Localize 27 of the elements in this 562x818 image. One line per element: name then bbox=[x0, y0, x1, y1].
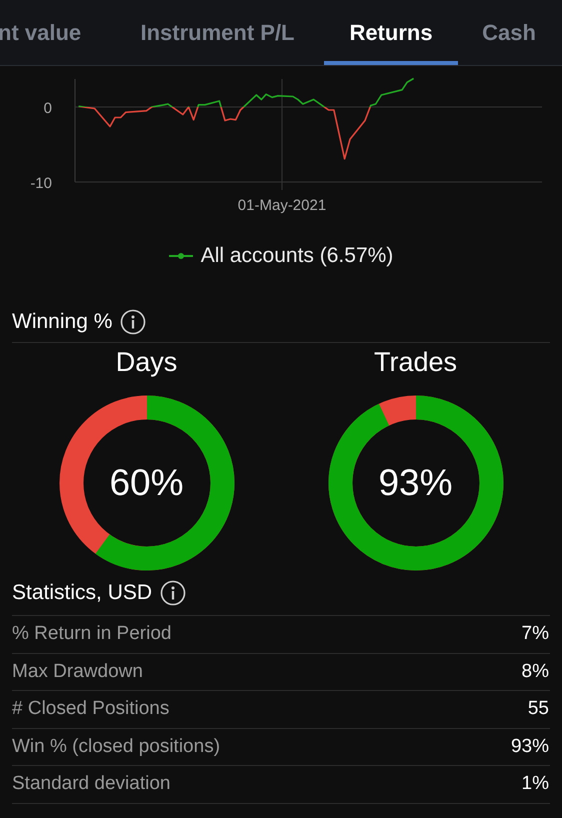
axis-label: 0 bbox=[44, 100, 52, 117]
stat-value: 8% bbox=[522, 660, 550, 684]
stat-label: # Closed Positions bbox=[12, 697, 170, 721]
info-icon[interactable] bbox=[120, 308, 146, 334]
stat-value: 7% bbox=[522, 622, 550, 646]
stat-label: % Return in Period bbox=[12, 622, 172, 646]
tab[interactable]: Instrument P/L bbox=[111, 0, 324, 65]
gauge-title: Days bbox=[116, 346, 178, 379]
stat-label: Standard deviation bbox=[12, 772, 170, 796]
legend-item[interactable]: All accounts (6.57%) bbox=[168, 240, 394, 272]
gauge-value: 93% bbox=[378, 461, 453, 506]
tab[interactable]: Cash bbox=[458, 0, 560, 65]
section-title: Winning % bbox=[12, 308, 112, 335]
legend-label: All accounts (6.57%) bbox=[200, 243, 394, 270]
gauge-title: Trades bbox=[374, 346, 458, 379]
stat-value: 93% bbox=[510, 734, 550, 758]
tab[interactable]: Returns bbox=[324, 0, 458, 65]
stat-label: Max Drawdown bbox=[12, 660, 143, 684]
axis-label: -10 bbox=[30, 175, 52, 192]
stat-label: Win % (closed positions) bbox=[12, 734, 220, 758]
section-title: Statistics, USD bbox=[12, 580, 152, 606]
stat-value: 55 bbox=[528, 697, 550, 721]
gauge-value: 60% bbox=[109, 461, 184, 506]
legend-marker-icon bbox=[168, 252, 193, 260]
info-icon[interactable] bbox=[160, 580, 186, 606]
stat-value: 1% bbox=[522, 772, 550, 796]
axis-label: 01-May-2021 bbox=[238, 197, 326, 214]
